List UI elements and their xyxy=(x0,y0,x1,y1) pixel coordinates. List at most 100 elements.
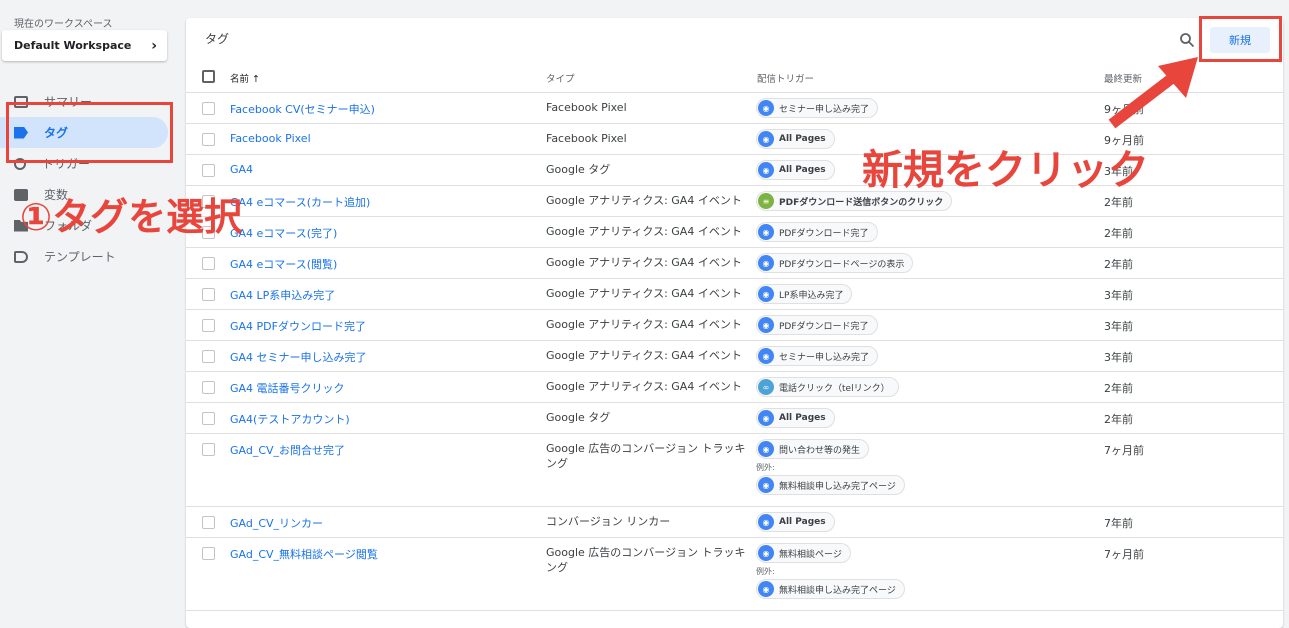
arrow-icon xyxy=(1108,57,1198,129)
trigger-chip[interactable]: ◉ PDFダウンロード完了 xyxy=(756,222,878,242)
table-row[interactable]: GA4 セミナー申し込み完了 Google アナリティクス: GA4 イベント ◉ セ… xyxy=(186,341,1283,372)
last-updated: 2年前 xyxy=(1104,196,1133,209)
row-checkbox[interactable] xyxy=(202,133,215,146)
table-row[interactable]: GAd_CV_無料相談ページ閲覧 Google 広告のコンバージョン トラッキング… xyxy=(186,538,1283,611)
row-checkbox[interactable] xyxy=(202,288,215,301)
table-row[interactable]: GA4 PDFダウンロード完了 Google アナリティクス: GA4 イベント ◉… xyxy=(186,310,1283,341)
column-header-name[interactable]: 名前 ↑ xyxy=(230,71,260,85)
trigger-cell: ◉ PDFダウンロード完了 xyxy=(756,222,878,242)
row-checkbox[interactable] xyxy=(202,381,215,394)
table-row[interactable]: GA4 eコマース(完了) Google アナリティクス: GA4 イベント ◉ PD… xyxy=(186,217,1283,248)
exception-chip[interactable]: ◉ 無料相談申し込み完了ページ xyxy=(756,475,905,495)
last-updated: 3年前 xyxy=(1104,320,1133,333)
table-row[interactable]: GA4 eコマース(閲覧) Google アナリティクス: GA4 イベント ◉ PD… xyxy=(186,248,1283,279)
chevron-right-icon: › xyxy=(151,37,157,54)
sidebar: 現在のワークスペース Default Workspace › サマリー タグ ト… xyxy=(0,0,180,622)
pageview-trigger-icon: ◉ xyxy=(758,162,774,178)
pageview-trigger-icon: ◉ xyxy=(758,441,774,457)
row-checkbox[interactable] xyxy=(202,350,215,363)
pageview-trigger-icon: ◉ xyxy=(758,224,774,240)
table-row[interactable]: GA4(テストアカウント) Google タグ ◉ All Pages 2年前 xyxy=(186,403,1283,434)
template-icon xyxy=(14,250,28,263)
last-updated: 2年前 xyxy=(1104,382,1133,395)
trigger-name: 問い合わせ等の発生 xyxy=(779,445,861,456)
trigger-name: All Pages xyxy=(779,517,826,527)
exception-name: 無料相談申し込み完了ページ xyxy=(779,481,896,492)
pageview-trigger-icon: ◉ xyxy=(758,131,774,147)
tag-type: Google 広告のコンバージョン トラッキング xyxy=(546,546,746,574)
annotation-click-new: 新規をクリック xyxy=(862,146,1149,194)
tag-name-link[interactable]: GAd_CV_無料相談ページ閲覧 xyxy=(230,546,378,562)
trigger-cell: ◉ PDFダウンロードページの表示 xyxy=(756,253,914,273)
tag-type: Google アナリティクス: GA4 イベント xyxy=(546,380,742,393)
pageview-trigger-icon: ◉ xyxy=(758,255,774,271)
tag-name-link[interactable]: GA4(テストアカウント) xyxy=(230,411,350,427)
trigger-chip[interactable]: ∞ 電話クリック（telリンク） xyxy=(756,377,899,397)
tag-name-link[interactable]: GA4 PDFダウンロード完了 xyxy=(230,318,366,334)
trigger-chip[interactable]: ◉ All Pages xyxy=(756,408,835,428)
trigger-chip[interactable]: ◉ All Pages xyxy=(756,129,835,149)
trigger-cell: ◉ PDFダウンロード完了 xyxy=(756,315,878,335)
tag-name-link[interactable]: GA4 eコマース(完了) xyxy=(230,225,337,241)
tag-name-link[interactable]: GA4 セミナー申し込み完了 xyxy=(230,349,367,365)
click-trigger-icon: ≡ xyxy=(758,193,774,209)
trigger-chip[interactable]: ◉ 無料相談ページ xyxy=(756,543,851,563)
tag-name-link[interactable]: Facebook CV(セミナー申込) xyxy=(230,101,375,117)
trigger-chip[interactable]: ◉ All Pages xyxy=(756,512,835,532)
trigger-chip[interactable]: ◉ All Pages xyxy=(756,160,835,180)
pageview-trigger-icon: ◉ xyxy=(758,545,774,561)
row-checkbox[interactable] xyxy=(202,102,215,115)
row-checkbox[interactable] xyxy=(202,412,215,425)
tag-name-link[interactable]: GA4 eコマース(閲覧) xyxy=(230,256,337,272)
exception-chip[interactable]: ◉ 無料相談申し込み完了ページ xyxy=(756,579,905,599)
trigger-cell: ◉ 問い合わせ等の発生 例外: ◉ 無料相談申し込み完了ページ xyxy=(756,439,905,495)
table-row[interactable]: GA4 電話番号クリック Google アナリティクス: GA4 イベント ∞ 電話ク… xyxy=(186,372,1283,403)
pageview-trigger-icon: ◉ xyxy=(758,581,774,597)
last-updated: 2年前 xyxy=(1104,227,1133,240)
row-checkbox[interactable] xyxy=(202,319,215,332)
sidebar-item-templates[interactable]: テンプレート xyxy=(0,241,180,272)
row-checkbox[interactable] xyxy=(202,547,215,560)
last-updated: 3年前 xyxy=(1104,289,1133,302)
exception-label: 例外: xyxy=(756,463,775,472)
trigger-chip[interactable]: ◉ セミナー申し込み完了 xyxy=(756,98,879,118)
trigger-name: PDFダウンロード送信ボタンのクリック xyxy=(779,197,944,208)
tag-name-link[interactable]: GAd_CV_お問合せ完了 xyxy=(230,442,345,458)
column-header-trigger[interactable]: 配信トリガー xyxy=(757,71,814,85)
tag-name-link[interactable]: GAd_CV_リンカー xyxy=(230,515,323,531)
trigger-cell: ◉ セミナー申し込み完了 xyxy=(756,346,879,366)
table-row[interactable]: GA4 LP系申込み完了 Google アナリティクス: GA4 イベント ◉ LP系… xyxy=(186,279,1283,310)
tag-type: Google アナリティクス: GA4 イベント xyxy=(546,256,742,269)
trigger-chip[interactable]: ◉ 問い合わせ等の発生 xyxy=(756,439,870,459)
trigger-name: All Pages xyxy=(779,165,826,175)
tag-type: Facebook Pixel xyxy=(546,132,627,145)
trigger-cell: ◉ All Pages xyxy=(756,512,835,532)
table-row[interactable]: GAd_CV_リンカー コンバージョン リンカー ◉ All Pages 7年前 xyxy=(186,507,1283,538)
tag-name-link[interactable]: GA4 xyxy=(230,163,253,176)
tag-name-link[interactable]: GA4 電話番号クリック xyxy=(230,380,345,396)
search-icon[interactable] xyxy=(1179,32,1195,48)
tag-name-link[interactable]: GA4 LP系申込み完了 xyxy=(230,287,335,303)
row-checkbox[interactable] xyxy=(202,257,215,270)
column-header-type[interactable]: タイプ xyxy=(546,71,575,85)
tag-type: Facebook Pixel xyxy=(546,101,627,114)
trigger-name: PDFダウンロード完了 xyxy=(779,321,869,332)
page-title: タグ xyxy=(205,32,230,46)
tag-name-link[interactable]: Facebook Pixel xyxy=(230,132,311,145)
select-all-checkbox[interactable] xyxy=(202,70,215,83)
exception-name: 無料相談申し込み完了ページ xyxy=(779,585,896,596)
trigger-chip[interactable]: ◉ セミナー申し込み完了 xyxy=(756,346,879,366)
trigger-chip[interactable]: ◉ PDFダウンロードページの表示 xyxy=(756,253,914,273)
trigger-chip[interactable]: ◉ PDFダウンロード完了 xyxy=(756,315,878,335)
trigger-name: セミナー申し込み完了 xyxy=(779,104,870,115)
trigger-chip[interactable]: ◉ LP系申込み完了 xyxy=(756,284,853,304)
row-checkbox[interactable] xyxy=(202,516,215,529)
trigger-cell: ◉ セミナー申し込み完了 xyxy=(756,98,879,118)
workspace-selector[interactable]: Default Workspace › xyxy=(2,30,167,61)
sidebar-item-label: テンプレート xyxy=(44,250,116,264)
trigger-cell: ◉ All Pages xyxy=(756,129,835,149)
tag-name-link[interactable]: GA4 eコマース(カート追加) xyxy=(230,194,370,210)
table-row[interactable]: GAd_CV_お問合せ完了 Google 広告のコンバージョン トラッキング ◉ 問い… xyxy=(186,434,1283,507)
row-checkbox[interactable] xyxy=(202,164,215,177)
row-checkbox[interactable] xyxy=(202,443,215,456)
